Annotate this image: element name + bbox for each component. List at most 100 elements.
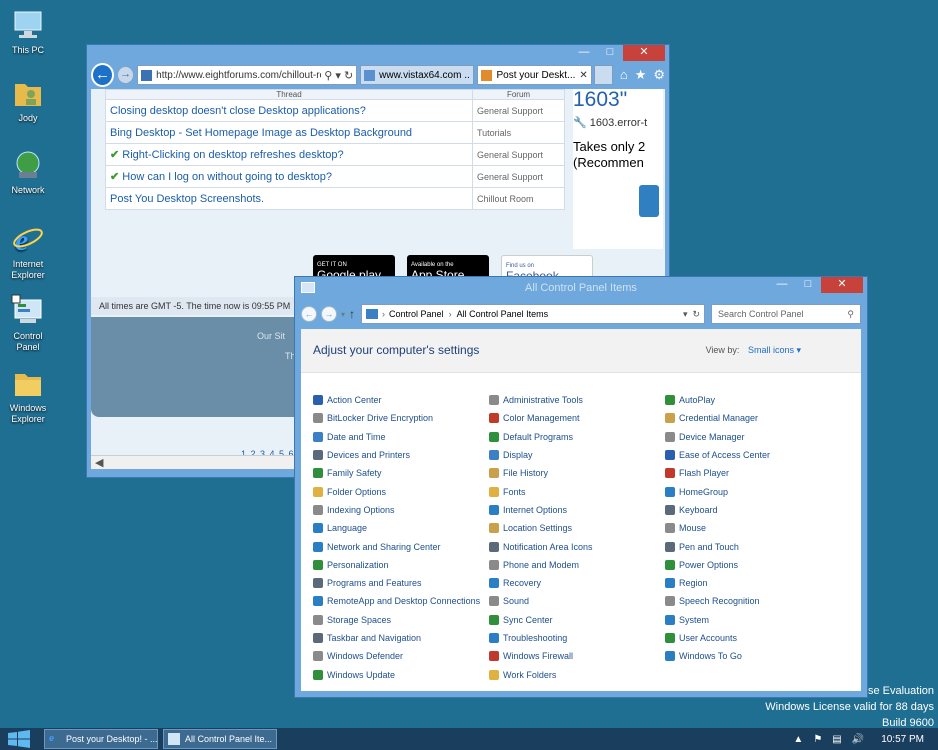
ie-maximize-button[interactable]: □ xyxy=(597,45,623,61)
ie-minimize-button[interactable]: — xyxy=(571,45,597,61)
cp-back-button[interactable]: ← xyxy=(301,306,317,322)
cp-item-devices-and-printers[interactable]: Devices and Printers xyxy=(313,446,489,464)
thread-link[interactable]: ✔ Right-Clicking on desktop refreshes de… xyxy=(105,143,473,166)
cp-forward-button[interactable]: → xyxy=(321,306,337,322)
search-icon[interactable]: ⚲ xyxy=(324,70,332,82)
ie-tab-post-your-desktop[interactable]: Post your Deskt... ✕ xyxy=(477,65,592,85)
desktop-icon-windows-explorer[interactable]: Windows Explorer xyxy=(2,366,54,425)
ie-tab-vistax64[interactable]: www.vistax64.com ... xyxy=(360,65,475,85)
cp-item-work-folders[interactable]: Work Folders xyxy=(489,665,665,683)
desktop-icon-this-pc[interactable]: This PC xyxy=(2,8,54,56)
new-tab-button[interactable] xyxy=(593,65,613,85)
breadcrumb-chevron-icon[interactable]: › xyxy=(449,309,452,319)
taskbar-button-control-panel[interactable]: All Control Panel Ite... xyxy=(163,729,277,749)
clock[interactable]: 10:57 PM xyxy=(881,734,924,745)
tools-gear-icon[interactable]: ⚙ xyxy=(653,67,665,83)
ie-title-bar[interactable]: — □ ✕ xyxy=(87,45,669,61)
favorites-star-icon[interactable]: ★ xyxy=(635,67,647,83)
cp-item-administrative-tools[interactable]: Administrative Tools xyxy=(489,391,665,409)
ad-button[interactable] xyxy=(639,185,659,217)
cp-item-phone-and-modem[interactable]: Phone and Modem xyxy=(489,556,665,574)
network-tray-icon[interactable]: ▤ xyxy=(832,734,841,745)
thread-link[interactable]: Bing Desktop - Set Homepage Image as Des… xyxy=(105,121,473,144)
search-icon[interactable]: ⚲ xyxy=(847,309,854,320)
breadcrumb-all-items[interactable]: All Control Panel Items xyxy=(457,309,549,319)
cp-item-remoteapp-and-desktop-connections[interactable]: RemoteApp and Desktop Connections xyxy=(313,592,489,610)
cp-item-fonts[interactable]: Fonts xyxy=(489,482,665,500)
cp-item-recovery[interactable]: Recovery xyxy=(489,574,665,592)
cp-search-box[interactable]: Search Control Panel ⚲ xyxy=(711,304,861,324)
cp-item-keyboard[interactable]: Keyboard xyxy=(665,501,841,519)
cp-maximize-button[interactable]: □ xyxy=(795,277,821,293)
cp-item-ease-of-access-center[interactable]: Ease of Access Center xyxy=(665,446,841,464)
cp-item-sound[interactable]: Sound xyxy=(489,592,665,610)
action-center-flag-icon[interactable]: ⚑ xyxy=(813,734,822,745)
back-button[interactable]: ← xyxy=(91,63,114,87)
cp-close-button[interactable]: ✕ xyxy=(821,277,863,293)
cp-item-network-and-sharing-center[interactable]: Network and Sharing Center xyxy=(313,537,489,555)
cp-item-date-and-time[interactable]: Date and Time xyxy=(313,428,489,446)
cp-item-autoplay[interactable]: AutoPlay xyxy=(665,391,841,409)
dropdown-icon[interactable]: ▾ xyxy=(335,70,341,82)
ie-close-button[interactable]: ✕ xyxy=(623,45,665,61)
cp-item-programs-and-features[interactable]: Programs and Features xyxy=(313,574,489,592)
breadcrumb-chevron-icon[interactable]: › xyxy=(382,309,385,319)
cp-item-homegroup[interactable]: HomeGroup xyxy=(665,482,841,500)
address-bar[interactable]: http://www.eightforums.com/chillout-room… xyxy=(137,65,358,85)
tab-close-icon[interactable]: ✕ xyxy=(579,70,587,81)
cp-minimize-button[interactable]: — xyxy=(769,277,795,293)
desktop-icon-internet-explorer[interactable]: e Internet Explorer xyxy=(2,222,54,281)
cp-item-troubleshooting[interactable]: Troubleshooting xyxy=(489,629,665,647)
cp-item-user-accounts[interactable]: User Accounts xyxy=(665,629,841,647)
cp-item-pen-and-touch[interactable]: Pen and Touch xyxy=(665,537,841,555)
ad-link[interactable]: 🔧 1603.error-t xyxy=(573,116,663,129)
cp-item-windows-firewall[interactable]: Windows Firewall xyxy=(489,647,665,665)
cp-item-system[interactable]: System xyxy=(665,611,841,629)
volume-icon[interactable]: 🔊 xyxy=(852,734,864,745)
side-advertisement[interactable]: 1603" 🔧 1603.error-t Takes only 2 (Recomm… xyxy=(573,89,663,249)
cp-item-color-management[interactable]: Color Management xyxy=(489,409,665,427)
cp-item-windows-defender[interactable]: Windows Defender xyxy=(313,647,489,665)
cp-item-device-manager[interactable]: Device Manager xyxy=(665,428,841,446)
cp-address-bar[interactable]: › Control Panel › All Control Panel Item… xyxy=(361,304,705,324)
thread-link[interactable]: ✔ How can I log on without going to desk… xyxy=(105,165,473,188)
cp-item-windows-to-go[interactable]: Windows To Go xyxy=(665,647,841,665)
cp-item-personalization[interactable]: Personalization xyxy=(313,556,489,574)
cp-item-mouse[interactable]: Mouse xyxy=(665,519,841,537)
cp-item-region[interactable]: Region xyxy=(665,574,841,592)
cp-item-windows-update[interactable]: Windows Update xyxy=(313,665,489,683)
home-icon[interactable]: ⌂ xyxy=(620,67,628,83)
show-hidden-icons-chevron-icon[interactable]: ▲ xyxy=(793,734,803,745)
cp-item-notification-area-icons[interactable]: Notification Area Icons xyxy=(489,537,665,555)
cp-item-indexing-options[interactable]: Indexing Options xyxy=(313,501,489,519)
cp-item-flash-player[interactable]: Flash Player xyxy=(665,464,841,482)
cp-item-credential-manager[interactable]: Credential Manager xyxy=(665,409,841,427)
refresh-icon[interactable]: ↻ xyxy=(344,70,353,82)
address-dropdown-icon[interactable]: ▾ ↻ xyxy=(683,309,700,320)
cp-item-display[interactable]: Display xyxy=(489,446,665,464)
recent-locations-icon[interactable]: ▾ xyxy=(341,310,345,319)
up-arrow-icon[interactable]: ↑ xyxy=(349,307,355,321)
control-panel-window[interactable]: All Control Panel Items — □ ✕ ← → ▾ ↑ › … xyxy=(294,276,868,698)
cp-item-taskbar-and-navigation[interactable]: Taskbar and Navigation xyxy=(313,629,489,647)
desktop-icon-network[interactable]: Network xyxy=(2,148,54,196)
cp-item-location-settings[interactable]: Location Settings xyxy=(489,519,665,537)
cp-item-storage-spaces[interactable]: Storage Spaces xyxy=(313,611,489,629)
cp-item-power-options[interactable]: Power Options xyxy=(665,556,841,574)
cp-item-internet-options[interactable]: Internet Options xyxy=(489,501,665,519)
view-by-dropdown[interactable]: Small icons ▾ xyxy=(748,345,801,355)
cp-item-file-history[interactable]: File History xyxy=(489,464,665,482)
breadcrumb-control-panel[interactable]: Control Panel xyxy=(389,309,444,319)
desktop-icon-control-panel[interactable]: Control Panel xyxy=(2,294,54,353)
scroll-left-icon[interactable]: ◀ xyxy=(95,456,103,469)
taskbar-button-ie[interactable]: e Post your Desktop! - ... xyxy=(44,729,158,749)
cp-title-bar[interactable]: All Control Panel Items — □ ✕ xyxy=(295,277,867,299)
windows-start-icon[interactable] xyxy=(8,730,30,748)
thread-link[interactable]: Closing desktop doesn't close Desktop ap… xyxy=(105,99,473,122)
cp-item-action-center[interactable]: Action Center xyxy=(313,391,489,409)
desktop-icon-jody[interactable]: Jody xyxy=(2,76,54,124)
cp-item-family-safety[interactable]: Family Safety xyxy=(313,464,489,482)
cp-item-language[interactable]: Language xyxy=(313,519,489,537)
forward-button[interactable]: → xyxy=(116,66,135,84)
cp-item-folder-options[interactable]: Folder Options xyxy=(313,482,489,500)
